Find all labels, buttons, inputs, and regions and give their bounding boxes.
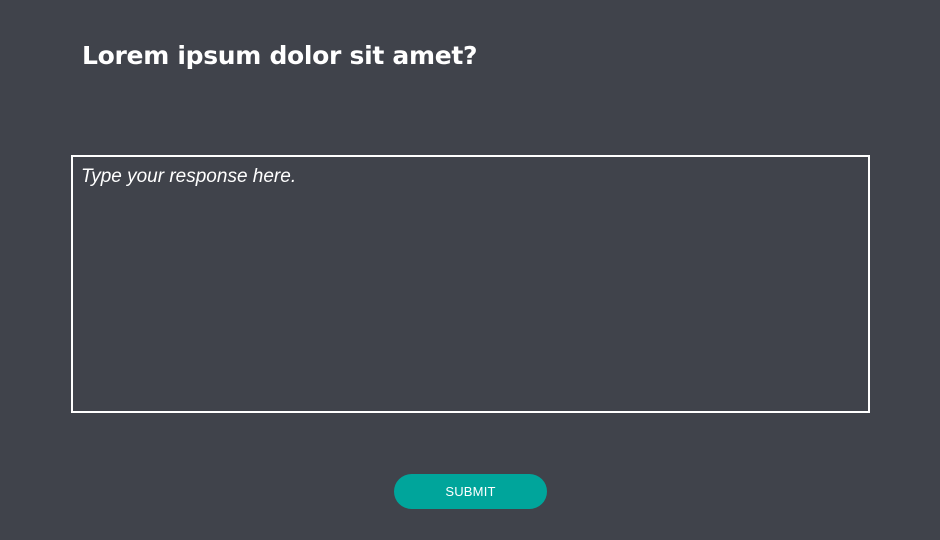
question-title: Lorem ipsum dolor sit amet?: [82, 41, 478, 70]
response-box[interactable]: [71, 155, 870, 413]
question-page: Lorem ipsum dolor sit amet? SUBMIT: [0, 0, 940, 540]
response-textarea[interactable]: [73, 157, 868, 411]
submit-button[interactable]: SUBMIT: [394, 474, 547, 509]
